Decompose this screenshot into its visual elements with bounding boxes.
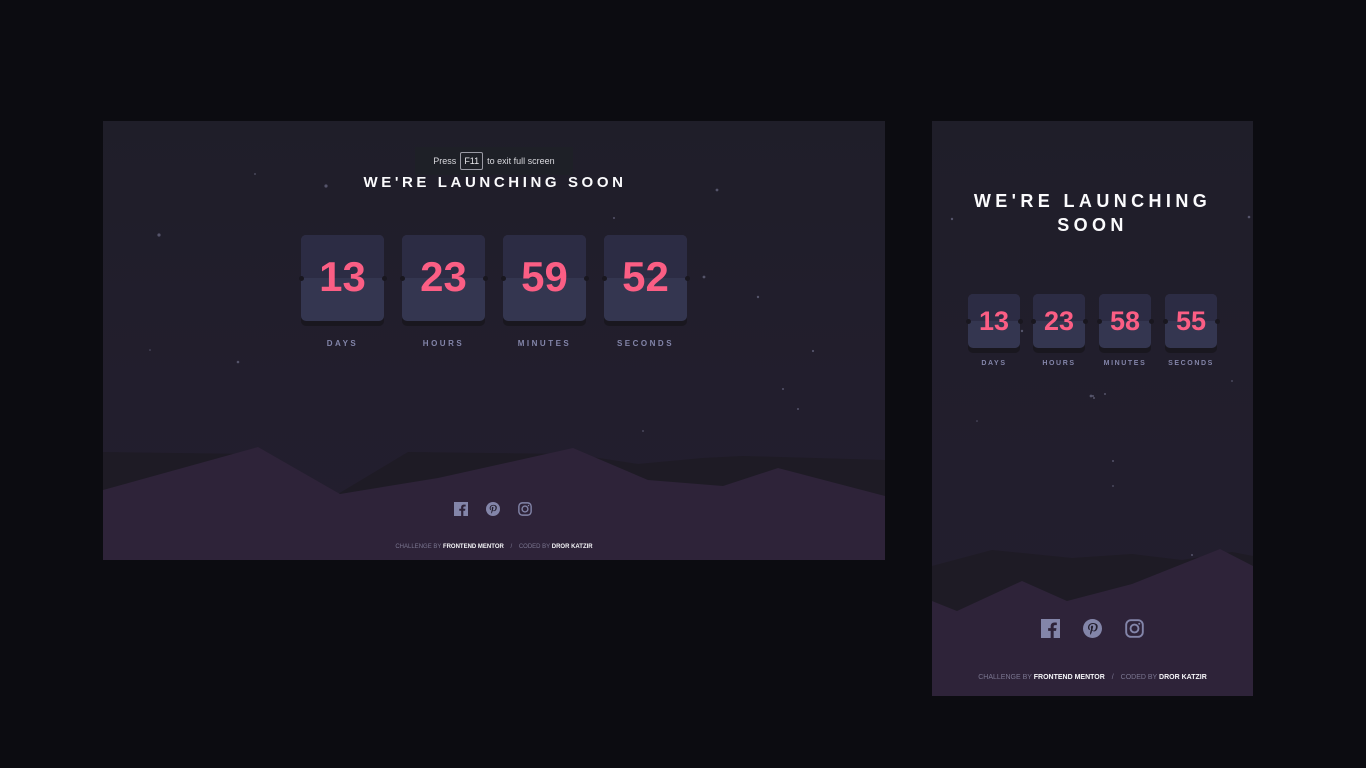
hours-value: 23 xyxy=(420,253,467,300)
seconds-card: 52 xyxy=(601,235,690,321)
credit-separator: / xyxy=(1111,674,1114,681)
seconds-card: 55 xyxy=(1162,294,1220,348)
facebook-icon[interactable] xyxy=(454,502,468,516)
frontend-mentor-link[interactable]: FRONTEND MENTOR xyxy=(443,544,504,550)
frontend-mentor-link[interactable]: FRONTEND MENTOR xyxy=(1034,674,1105,681)
minutes-label: MINUTES xyxy=(517,339,572,348)
attribution: CHALLENGE BY FRONTEND MENTOR / CODED BY … xyxy=(932,674,1253,681)
attribution: CHALLENGE BY FRONTEND MENTOR / CODED BY … xyxy=(103,544,885,550)
seconds-label: SECONDS xyxy=(1168,360,1214,367)
hint-prefix: Press xyxy=(433,156,457,166)
facebook-icon[interactable] xyxy=(1041,619,1060,638)
coded-prefix: CODED BY xyxy=(1120,674,1158,681)
seconds-label: SECONDS xyxy=(616,339,675,348)
hours-value: 23 xyxy=(1043,306,1075,336)
days-value: 13 xyxy=(978,306,1010,336)
page-title: WE'RE LAUNCHING SOON xyxy=(363,174,627,191)
seconds-value: 55 xyxy=(1175,306,1207,336)
days-card: 13 xyxy=(298,235,387,321)
desktop-preview: Press F11 to exit full screen WE'RE LAUN… xyxy=(103,121,885,560)
instagram-icon[interactable] xyxy=(518,502,532,516)
author-link[interactable]: DROR KATZIR xyxy=(552,544,593,550)
minutes-card: 59 xyxy=(500,235,589,321)
hours-label: HOURS xyxy=(422,339,465,348)
credit-separator: / xyxy=(510,544,513,550)
fullscreen-hint: Press F11 to exit full screen xyxy=(415,147,573,175)
author-link[interactable]: DROR KATZIR xyxy=(1159,674,1207,681)
minutes-value: 58 xyxy=(1109,306,1141,336)
seconds-value: 52 xyxy=(622,253,669,300)
hours-card: 23 xyxy=(1030,294,1088,348)
minutes-value: 59 xyxy=(521,253,568,300)
days-value: 13 xyxy=(319,253,366,300)
page-title: WE'RE LAUNCHING SOON xyxy=(952,189,1233,237)
hours-card: 23 xyxy=(399,235,488,321)
hint-suffix: to exit full screen xyxy=(487,156,555,166)
mobile-preview: WE'RE LAUNCHING SOON 13 23 58 55 DAYS HO… xyxy=(932,121,1253,696)
minutes-card: 58 xyxy=(1096,294,1154,348)
social-links xyxy=(1041,619,1144,638)
social-links xyxy=(454,502,532,516)
f11-key: F11 xyxy=(460,152,484,170)
title-line-2: SOON xyxy=(1057,215,1128,235)
pinterest-icon[interactable] xyxy=(486,502,500,516)
coded-prefix: CODED BY xyxy=(518,544,551,550)
instagram-icon[interactable] xyxy=(1125,619,1144,638)
pinterest-icon[interactable] xyxy=(1083,619,1102,638)
title-line-1: WE'RE LAUNCHING xyxy=(973,191,1212,211)
days-label: DAYS xyxy=(981,360,1007,367)
challenge-prefix: CHALLENGE BY xyxy=(978,674,1032,681)
challenge-prefix: CHALLENGE BY xyxy=(395,544,442,550)
hills-background xyxy=(103,447,885,560)
hours-label: HOURS xyxy=(1042,360,1076,367)
days-card: 13 xyxy=(965,294,1023,348)
days-label: DAYS xyxy=(326,339,359,348)
minutes-label: MINUTES xyxy=(1103,360,1147,367)
